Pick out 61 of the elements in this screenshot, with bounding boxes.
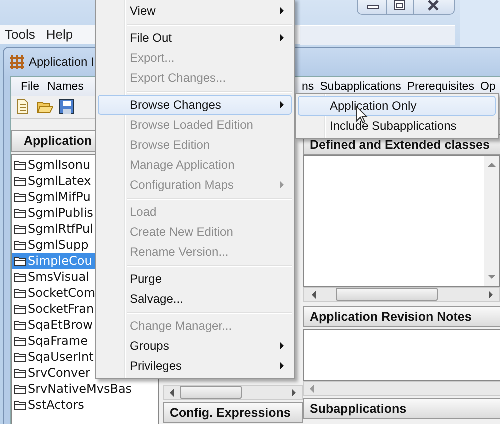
- folder-icon: [14, 367, 27, 379]
- folder-icon: [14, 207, 27, 219]
- left-arrow-icon: [308, 384, 316, 394]
- application-item[interactable]: SstActors: [12, 397, 158, 413]
- new-file-icon[interactable]: [15, 99, 31, 115]
- section-header: Config. Expressions: [163, 402, 303, 423]
- close-icon: [414, 0, 454, 14]
- application-item[interactable]: SrvNativeMvsBas: [12, 381, 158, 397]
- save-icon[interactable]: [59, 99, 75, 115]
- window-title: Application I: [29, 55, 94, 69]
- section-header: Application Revision Notes: [303, 306, 500, 327]
- horizontal-scrollbar[interactable]: [303, 381, 500, 396]
- folder-icon: [14, 159, 27, 171]
- scroll-thumb[interactable]: [336, 288, 438, 301]
- menu-item[interactable]: Help: [46, 27, 74, 42]
- scroll-thumb[interactable]: [180, 386, 242, 399]
- notes-box[interactable]: [303, 329, 500, 381]
- submenu-arrow-icon: [279, 180, 285, 190]
- submenu-arrow-icon: [279, 6, 285, 16]
- down-arrow-icon: [486, 273, 496, 281]
- side-panel: [460, 0, 500, 47]
- menu-item[interactable]: Tools: [5, 27, 36, 42]
- menu-item[interactable]: Include Subapplications: [298, 116, 496, 136]
- folder-icon: [14, 303, 27, 315]
- folder-icon: [14, 383, 27, 395]
- menu-item[interactable]: ns: [302, 80, 314, 92]
- section-header: Subapplications: [303, 398, 500, 419]
- folder-icon: [14, 175, 27, 187]
- submenu-arrow-icon: [279, 100, 285, 110]
- menu-item[interactable]: Privileges: [98, 356, 292, 376]
- folder-icon: [14, 287, 27, 299]
- menu-item[interactable]: Groups: [98, 336, 292, 356]
- folder-icon: [14, 335, 27, 347]
- left-arrow-icon: [168, 388, 176, 398]
- up-arrow-icon: [486, 161, 496, 169]
- left-arrow-icon: [310, 290, 318, 300]
- horizontal-scrollbar[interactable]: [303, 287, 500, 302]
- folder-icon: [14, 271, 27, 283]
- menu-item[interactable]: Names: [48, 80, 84, 92]
- folder-icon: [14, 351, 27, 363]
- menu-item[interactable]: Prerequisites: [407, 80, 474, 92]
- folder-icon: [14, 191, 27, 203]
- vertical-scrollbar[interactable]: [484, 156, 499, 286]
- horizontal-scrollbar[interactable]: [163, 385, 303, 400]
- menu-item[interactable]: View: [98, 1, 292, 21]
- menu-item[interactable]: Purge: [98, 269, 292, 289]
- folder-icon: [14, 239, 27, 251]
- menu-item[interactable]: Salvage...: [98, 289, 292, 309]
- submenu-arrow-icon: [279, 33, 285, 43]
- menu-item[interactable]: File Out: [98, 28, 292, 48]
- folder-icon: [14, 319, 27, 331]
- menu-item[interactable]: Subapplications: [320, 80, 402, 92]
- folder-icon: [14, 255, 27, 267]
- right-arrow-icon: [290, 388, 298, 398]
- folder-icon: [14, 399, 27, 411]
- menu-item[interactable]: Browse Changes: [98, 95, 292, 115]
- grid-icon: [8, 53, 26, 71]
- folder-icon: [14, 223, 27, 235]
- menu-item[interactable]: Op: [480, 80, 496, 92]
- right-arrow-icon: [487, 290, 495, 300]
- menu-item[interactable]: File: [21, 80, 40, 92]
